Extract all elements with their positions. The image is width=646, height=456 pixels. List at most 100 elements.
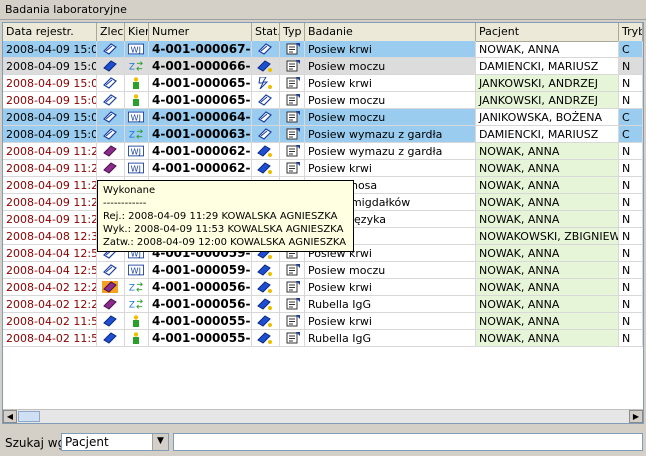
cell-pacjent: JANIKOWSKA, BOŻENA [476, 109, 619, 126]
cell-zlec [97, 109, 125, 126]
table-row[interactable]: 2008-04-02 11:53 4-001-000055-05 Posiew kr… [3, 313, 643, 330]
chevron-down-icon[interactable]: ▼ [152, 434, 168, 450]
cell-kier [125, 92, 149, 109]
scroll-thumb[interactable] [18, 411, 40, 422]
cell-zlec [97, 41, 125, 58]
table-row[interactable]: 2008-04-09 15:02 WJ 4-001-000067-01 Posiew … [3, 41, 643, 58]
cell-typ [280, 330, 305, 347]
order-blue-icon [103, 315, 117, 327]
tooltip-line-status: Wykonane [103, 185, 156, 196]
table-row[interactable]: 2008-04-09 15:01 4-001-000065-01 Posiew mo… [3, 92, 643, 109]
status-diamond-icon [103, 77, 117, 89]
cell-tryb: N [619, 279, 643, 296]
cell-kier: Z [125, 126, 149, 143]
scroll-left-icon[interactable]: ◀ [3, 410, 17, 423]
search-field-select[interactable]: Pacjent ▼ [61, 433, 169, 451]
search-field-value: Pacjent [65, 435, 109, 449]
cell-date: 2008-04-09 11:29 [3, 177, 97, 194]
cell-date: 2008-04-09 15:01 [3, 109, 97, 126]
cell-date: 2008-04-09 11:29 [3, 160, 97, 177]
cell-numer: 4-001-000063-02 [149, 126, 252, 143]
cell-numer: 4-001-000062-01 [149, 160, 252, 177]
direction-wj-icon: WJ [128, 43, 144, 55]
table-row[interactable]: 2008-04-09 15:02 Z 4-001-000066-01 Posiew m… [3, 58, 643, 75]
cell-typ [280, 75, 305, 92]
type-sheet-icon [286, 298, 300, 310]
direction-wj-icon: WJ [128, 111, 144, 123]
col-header-typ[interactable]: Typ [280, 23, 305, 41]
cell-badanie: Rubella IgG [305, 296, 476, 313]
table-row[interactable]: 2008-04-09 15:00 Z 4-001-000063-02 Posiew w… [3, 126, 643, 143]
cell-stat [252, 126, 280, 143]
col-header-date[interactable]: Data rejestr. [3, 23, 97, 41]
tooltip-line-separator: ------------ [103, 198, 147, 209]
cell-kier: WJ [125, 160, 149, 177]
scroll-right-icon[interactable]: ▶ [629, 410, 643, 423]
cell-stat [252, 92, 280, 109]
status-diamond-icon [103, 43, 117, 55]
status-diamond-icon [103, 264, 117, 276]
type-sheet-icon [286, 111, 300, 123]
table-row[interactable]: 2008-04-02 12:24 Z 4-001-000056-01 Posiew k… [3, 279, 643, 296]
type-sheet-icon [286, 77, 300, 89]
table-row[interactable]: 2008-04-09 15:01 WJ 4-001-000064-02 Posiew … [3, 109, 643, 126]
order-blue-icon [103, 60, 117, 72]
cell-date: 2008-04-09 11:29 [3, 194, 97, 211]
svg-text:WJ: WJ [131, 46, 141, 55]
order-purple-icon [103, 162, 117, 174]
status-diamond-icon [258, 94, 272, 106]
table-row[interactable]: 2008-04-09 15:01 4-001-000065-01 Posiew kr… [3, 75, 643, 92]
cell-pacjent: NOWAK, ANNA [476, 160, 619, 177]
status-diamond-icon [258, 111, 272, 123]
type-sheet-icon [286, 264, 300, 276]
search-input[interactable] [173, 433, 643, 451]
col-header-pacjent[interactable]: Pacjent [476, 23, 619, 41]
cell-tryb: N [619, 245, 643, 262]
cell-pacjent: DAMIENCKI, MARIUSZ [476, 126, 619, 143]
col-header-stat[interactable]: Stat. [252, 23, 280, 41]
cell-badanie: Posiew krwi [305, 160, 476, 177]
table-row[interactable]: 2008-04-04 12:51 WJ 4-001-000059-02 Posiew … [3, 262, 643, 279]
status-pen-icon [257, 315, 272, 327]
cell-tryb: N [619, 160, 643, 177]
table-row[interactable]: 2008-04-09 11:29 WJ 4-001-000062-01 Posiew … [3, 160, 643, 177]
cell-tryb: N [619, 330, 643, 347]
cell-stat [252, 313, 280, 330]
cell-kier: WJ [125, 262, 149, 279]
table-row[interactable]: 2008-04-09 11:29 WJ 4-001-000062-02 Posiew … [3, 143, 643, 160]
col-header-tryb[interactable]: Tryb [619, 23, 643, 41]
table-row[interactable]: 2008-04-02 11:53 4-001-000055-05 Rubella I… [3, 330, 643, 347]
type-sheet-icon [286, 332, 300, 344]
status-diamond-icon [258, 128, 272, 140]
table-row[interactable]: 2008-04-02 12:24 Z 4-001-000056-02 Rubella … [3, 296, 643, 313]
cell-tryb: N [619, 92, 643, 109]
cell-tryb: N [619, 262, 643, 279]
cell-zlec [97, 75, 125, 92]
cell-badanie: Posiew wymazu z gardła [305, 143, 476, 160]
col-header-zlec[interactable]: Zlec. [97, 23, 125, 41]
cell-pacjent: NOWAK, ANNA [476, 211, 619, 228]
cell-date: 2008-04-09 15:02 [3, 58, 97, 75]
cell-tryb: N [619, 211, 643, 228]
col-header-numer[interactable]: Numer [149, 23, 252, 41]
order-purple-icon [103, 298, 117, 310]
col-header-badanie[interactable]: Badanie [305, 23, 476, 41]
col-header-kier[interactable]: Kier. [125, 23, 149, 41]
cell-badanie: Posiew moczu [305, 262, 476, 279]
cell-zlec [97, 330, 125, 347]
cell-pacjent: NOWAK, ANNA [476, 330, 619, 347]
cell-date: 2008-04-09 15:00 [3, 126, 97, 143]
search-by-label: Szukaj wg: [5, 436, 70, 450]
cell-badanie: Posiew moczu [305, 92, 476, 109]
search-bar: Szukaj wg: Pacjent ▼ [0, 430, 646, 456]
cell-tryb: C [619, 126, 643, 143]
horizontal-scrollbar[interactable]: ◀ ▶ [3, 409, 643, 423]
direction-zt-icon: Z [129, 129, 143, 140]
type-sheet-icon [286, 128, 300, 140]
cell-stat [252, 296, 280, 313]
status-tooltip: Wykonane ------------ Rej.: 2008-04-09 1… [97, 180, 354, 252]
svg-text:WJ: WJ [131, 114, 141, 123]
cell-badanie: Posiew krwi [305, 313, 476, 330]
status-diamond-icon [103, 94, 117, 106]
direction-zt-icon: Z [129, 282, 143, 293]
